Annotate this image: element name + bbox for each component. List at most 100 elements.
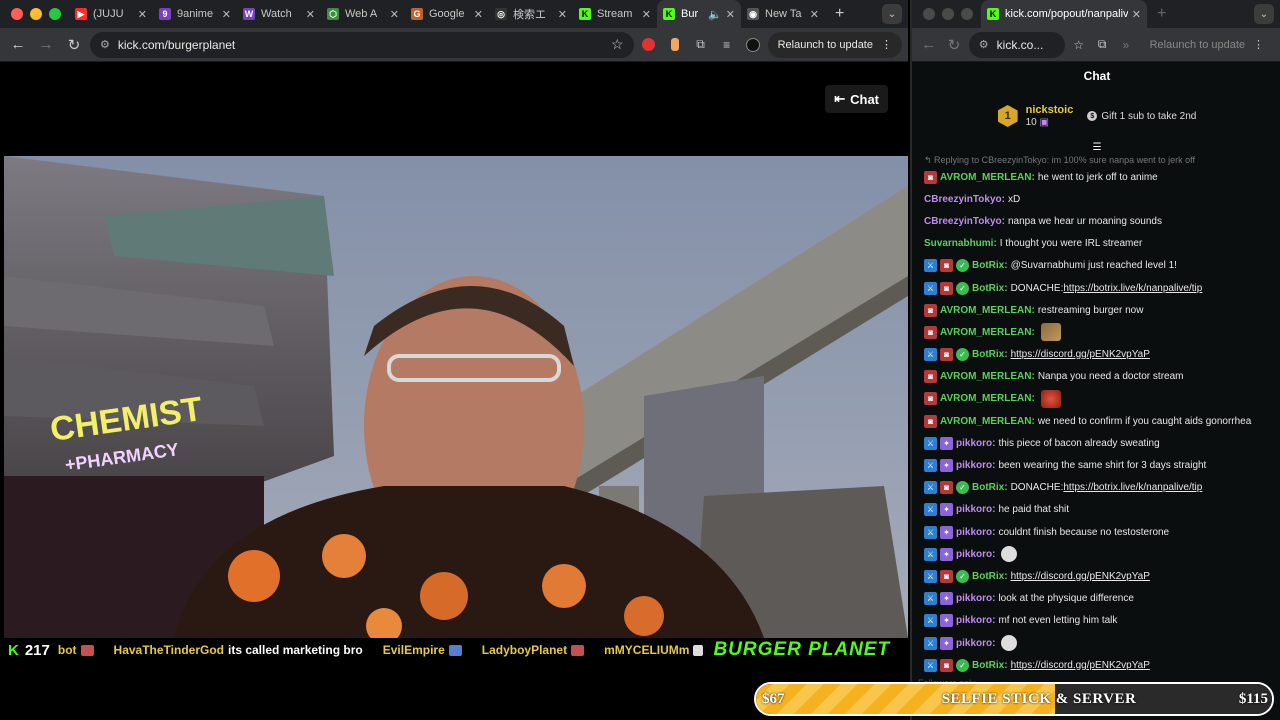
verified-badge-icon[interactable]: ✓: [956, 569, 969, 583]
top-gifter-name[interactable]: nickstoic: [1026, 104, 1074, 117]
chat-username[interactable]: BotRix:: [972, 260, 1008, 271]
close-window-button[interactable]: [11, 8, 23, 20]
close-tab-icon[interactable]: ✕: [642, 8, 651, 21]
moderator-badge-icon[interactable]: ⚔: [924, 658, 937, 672]
moderator-badge-icon[interactable]: ⚔: [924, 259, 937, 273]
moderator-badge-icon[interactable]: ⚔: [924, 503, 937, 517]
subscriber-badge-icon[interactable]: ✦: [940, 525, 953, 539]
tab-chat-popout[interactable]: K kick.com/popout/nanpalive/c ✕: [981, 0, 1147, 28]
site-info-icon[interactable]: ⚙: [979, 38, 989, 51]
site-info-icon[interactable]: ⚙: [100, 38, 110, 51]
chat-username[interactable]: pikkoro:: [956, 527, 995, 538]
moderator-badge-icon[interactable]: ⚔: [924, 436, 937, 450]
reload-button[interactable]: ↻: [62, 33, 86, 57]
chat-username[interactable]: pikkoro:: [956, 593, 995, 604]
close-tab-icon[interactable]: ✕: [222, 8, 231, 21]
subscriber-badge-icon[interactable]: ✦: [940, 459, 953, 473]
subscriber-badge-icon[interactable]: ✦: [940, 592, 953, 606]
subscriber-badge-icon[interactable]: ✦: [940, 547, 953, 561]
og-badge-icon[interactable]: ◙: [940, 569, 953, 583]
chat-username[interactable]: BotRix:: [972, 571, 1008, 582]
chat-username[interactable]: AVROM_MERLEAN:: [940, 371, 1035, 382]
verified-badge-icon[interactable]: ✓: [956, 658, 969, 672]
tab-6[interactable]: K Stream ✕: [573, 0, 657, 28]
chat-username[interactable]: CBreezyinTokyo:: [924, 194, 1005, 205]
maximize-window-button[interactable]: [961, 8, 973, 20]
minimize-window-button[interactable]: [942, 8, 954, 20]
gift-sub-prompt[interactable]: $ Gift 1 sub to take 2nd: [1087, 111, 1196, 122]
chat-username[interactable]: CBreezyinTokyo:: [924, 216, 1005, 227]
moderator-badge-icon[interactable]: ⚔: [924, 481, 937, 495]
close-tab-icon[interactable]: ✕: [726, 8, 735, 21]
close-window-button[interactable]: [923, 8, 935, 20]
tab-2[interactable]: W Watch ✕: [237, 0, 321, 28]
extensions-puzzle-icon[interactable]: ⧉: [1092, 34, 1112, 56]
tab-1[interactable]: 9 9anime ✕: [153, 0, 237, 28]
profile-avatar[interactable]: [742, 34, 764, 56]
og-badge-icon[interactable]: ◙: [940, 281, 953, 295]
chat-link[interactable]: https://discord.gg/pENK2vpYaP: [1011, 571, 1150, 582]
chat-username[interactable]: pikkoro:: [956, 549, 995, 560]
og-badge-icon[interactable]: ◙: [924, 325, 937, 339]
og-badge-icon[interactable]: ◙: [940, 658, 953, 672]
og-badge-icon[interactable]: ◙: [924, 414, 937, 428]
relaunch-to-update-button[interactable]: Relaunch to update ⋮: [1140, 32, 1274, 58]
chat-username[interactable]: BotRix:: [972, 660, 1008, 671]
chat-link[interactable]: https://botrix.live/k/nanpalive/tip: [1063, 482, 1202, 493]
bookmark-star-icon[interactable]: ☆: [1069, 34, 1089, 56]
new-tab-button[interactable]: +: [1147, 5, 1176, 23]
close-tab-icon[interactable]: ✕: [306, 8, 315, 21]
close-tab-icon[interactable]: ✕: [138, 8, 147, 21]
moderator-badge-icon[interactable]: ⚔: [924, 281, 937, 295]
verified-badge-icon[interactable]: ✓: [956, 259, 969, 273]
og-badge-icon[interactable]: ◙: [924, 303, 937, 317]
og-badge-icon[interactable]: ◙: [924, 170, 937, 184]
close-tab-icon[interactable]: ✕: [1132, 8, 1141, 21]
maximize-window-button[interactable]: [49, 8, 61, 20]
verified-badge-icon[interactable]: ✓: [956, 348, 969, 362]
chat-toggle-button[interactable]: ⇤ Chat: [825, 85, 888, 113]
tab-8[interactable]: ◉ New Ta ✕: [741, 0, 825, 28]
subscriber-badge-icon[interactable]: ✦: [940, 503, 953, 517]
chat-link[interactable]: https://discord.gg/pENK2vpYaP: [1011, 660, 1150, 671]
chat-username[interactable]: pikkoro:: [956, 615, 995, 626]
chat-username[interactable]: pikkoro:: [956, 638, 995, 649]
chat-username[interactable]: pikkoro:: [956, 460, 995, 471]
close-tab-icon[interactable]: ✕: [558, 8, 567, 21]
extension-orange-icon[interactable]: [664, 34, 686, 56]
relaunch-to-update-button[interactable]: Relaunch to update ⋮: [767, 31, 902, 58]
close-tab-icon[interactable]: ✕: [810, 8, 819, 21]
minimize-window-button[interactable]: [30, 8, 42, 20]
tab-0[interactable]: ▶ (JUJU ✕: [69, 0, 153, 28]
moderator-badge-icon[interactable]: ⚔: [924, 525, 937, 539]
chat-username[interactable]: BotRix:: [972, 482, 1008, 493]
chat-username[interactable]: AVROM_MERLEAN:: [940, 393, 1035, 404]
moderator-badge-icon[interactable]: ⚔: [924, 614, 937, 628]
tab-search-button[interactable]: ⌄: [1254, 4, 1274, 24]
chat-username[interactable]: AVROM_MERLEAN:: [940, 305, 1035, 316]
chat-username[interactable]: BotRix:: [972, 349, 1008, 360]
chat-username[interactable]: AVROM_MERLEAN:: [940, 327, 1035, 338]
moderator-badge-icon[interactable]: ⚔: [924, 547, 937, 561]
back-button[interactable]: ←: [6, 33, 30, 57]
chat-link[interactable]: https://botrix.live/k/nanpalive/tip: [1063, 283, 1202, 294]
chat-username[interactable]: Suvarnabhumi:: [924, 238, 997, 249]
moderator-badge-icon[interactable]: ⚔: [924, 569, 937, 583]
verified-badge-icon[interactable]: ✓: [956, 281, 969, 295]
address-bar[interactable]: ⚙ kick.co...: [968, 31, 1065, 58]
video-player[interactable]: CHEMIST +PHARMACY: [4, 156, 908, 638]
og-badge-icon[interactable]: ◙: [940, 481, 953, 495]
mute-tab-icon[interactable]: 🔈: [708, 8, 722, 21]
moderator-badge-icon[interactable]: ⚔: [924, 348, 937, 362]
extensions-puzzle-icon[interactable]: ⧉: [690, 34, 712, 56]
subscriber-badge-icon[interactable]: ✦: [940, 614, 953, 628]
close-tab-icon[interactable]: ✕: [474, 8, 483, 21]
new-tab-button[interactable]: +: [825, 5, 854, 23]
moderator-badge-icon[interactable]: ⚔: [924, 592, 937, 606]
forward-button[interactable]: →: [34, 33, 58, 57]
chat-username[interactable]: pikkoro:: [956, 504, 995, 515]
og-badge-icon[interactable]: ◙: [940, 259, 953, 273]
chat-username[interactable]: BotRix:: [972, 283, 1008, 294]
tab-search-button[interactable]: ⌄: [882, 4, 902, 24]
tab-3[interactable]: ⬡ Web A ✕: [321, 0, 405, 28]
